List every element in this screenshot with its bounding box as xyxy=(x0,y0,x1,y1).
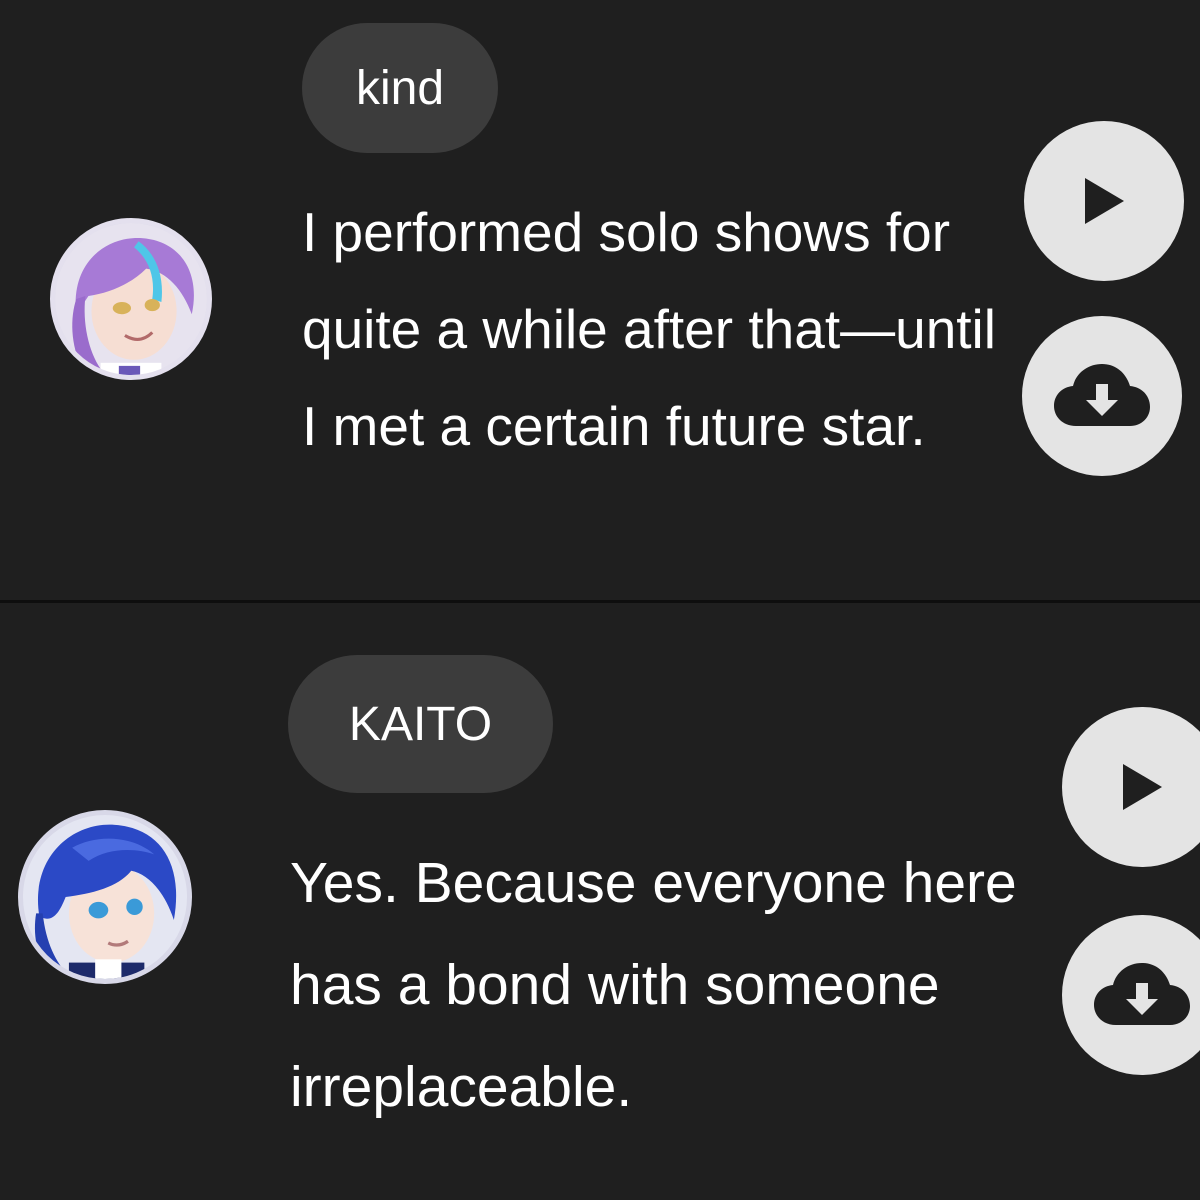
dialogue-text: I performed solo shows for quite a while… xyxy=(302,201,996,457)
voice-line-entry: kind I performed solo shows for quite a … xyxy=(0,0,1200,600)
play-icon xyxy=(1123,764,1162,810)
play-button[interactable] xyxy=(1024,121,1184,281)
play-button[interactable] xyxy=(1062,707,1200,867)
download-button[interactable] xyxy=(1062,915,1200,1075)
speaker-name-badge: KAITO xyxy=(288,655,553,793)
speaker-name-badge: kind xyxy=(302,23,498,153)
speaker-avatar xyxy=(18,810,192,984)
character-portrait-icon xyxy=(23,815,187,979)
play-icon xyxy=(1085,178,1124,224)
download-button[interactable] xyxy=(1022,316,1182,476)
dialogue-text: Yes. Because everyone here has a bond wi… xyxy=(290,851,1017,1119)
voice-line-entry: KAITO Yes. Because everyone here has a b… xyxy=(0,603,1200,1200)
speaker-avatar xyxy=(50,218,212,380)
cloud-download-icon xyxy=(1054,364,1150,426)
character-portrait-icon xyxy=(55,223,207,375)
cloud-download-icon xyxy=(1094,963,1190,1025)
